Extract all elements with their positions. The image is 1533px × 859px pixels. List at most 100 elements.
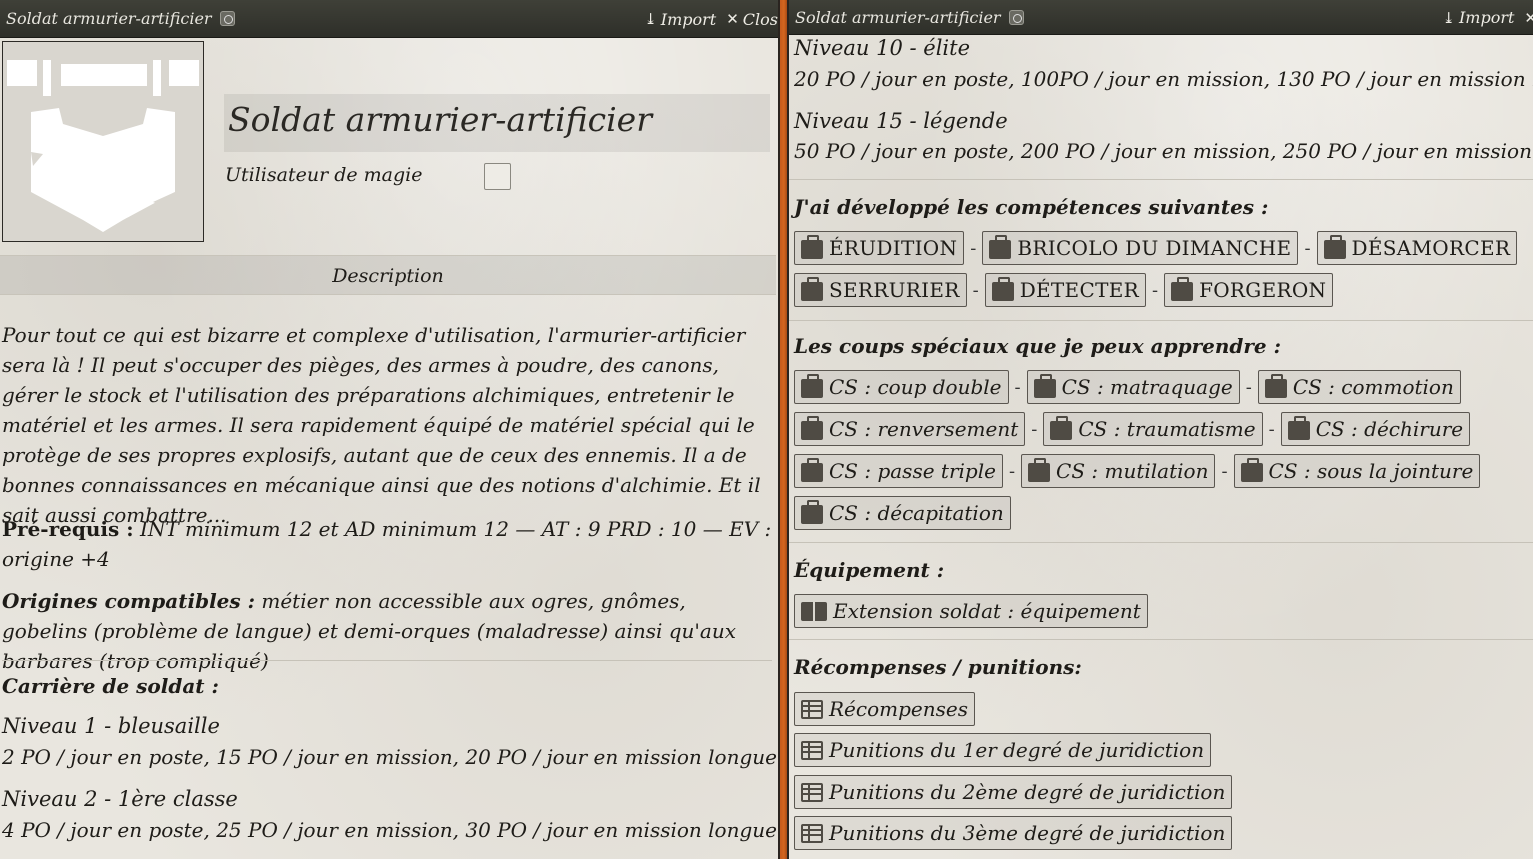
skill-label: ÉRUDITION	[829, 236, 958, 260]
sheet-config-icon[interactable]	[219, 11, 235, 26]
special-chip[interactable]: CS : mutilation	[1021, 454, 1216, 488]
briefcase-icon	[1033, 373, 1056, 398]
briefcase-icon	[801, 373, 823, 398]
special-chip[interactable]: CS : sous la jointure	[1233, 454, 1481, 488]
separator: -	[972, 279, 979, 301]
window-divider	[778, 0, 789, 859]
skill-chip[interactable]: DÉSAMORCER	[1316, 231, 1518, 265]
punishment-chip[interactable]: Punitions du 3ème degré de juridiction	[794, 816, 1233, 850]
skill-label: DÉSAMORCER	[1351, 236, 1511, 260]
skill-chip[interactable]: BRICOLO DU DIMANCHE	[982, 231, 1299, 265]
level-title: Niveau 10 - élite	[794, 36, 970, 60]
special-label: CS : déchirure	[1315, 417, 1464, 441]
rewards-row: Punitions du 3ème degré de juridiction	[794, 816, 1233, 850]
separator: -	[970, 237, 977, 259]
close-button[interactable]: ✕	[1524, 9, 1533, 27]
prereq-label: Pré-requis :	[2, 517, 134, 541]
special-chip[interactable]: CS : matraquage	[1026, 370, 1240, 404]
divider	[789, 542, 1533, 543]
divider	[2, 660, 772, 661]
rewards-row: Récompenses	[794, 692, 975, 726]
briefcase-icon	[801, 234, 823, 259]
separator: -	[1245, 376, 1252, 398]
special-label: CS : coup double	[829, 375, 1002, 399]
import-button[interactable]: ⤓ Import	[1442, 8, 1514, 27]
separator: -	[1008, 460, 1016, 482]
briefcase-icon	[801, 415, 823, 440]
sheet-config-icon[interactable]	[1008, 9, 1024, 25]
skill-chip[interactable]: FORGERON	[1164, 273, 1334, 307]
separator: -	[1151, 279, 1159, 301]
briefcase-icon	[1323, 234, 1346, 259]
magic-user-checkbox[interactable]	[484, 163, 511, 190]
equipment-chip[interactable]: Extension soldat : équipement	[794, 594, 1148, 628]
window-titlebar[interactable]: Soldat armurier-artificier ⤓ Import ✕ Cl…	[0, 0, 778, 38]
download-icon: ⤓	[644, 10, 657, 28]
special-label: CS : sous la jointure	[1268, 459, 1474, 483]
description-text: Pour tout ce qui est bizarre et complexe…	[2, 323, 761, 527]
description-tab[interactable]: Description	[0, 255, 776, 295]
separator: -	[1304, 237, 1311, 259]
briefcase-icon	[989, 234, 1012, 259]
briefcase-icon	[1050, 415, 1073, 440]
skill-label: SERRURIER	[829, 278, 960, 302]
character-name-field[interactable]: Soldat armurier-artificier	[224, 94, 770, 152]
briefcase-icon	[801, 457, 823, 482]
briefcase-icon	[1171, 276, 1194, 301]
divider	[789, 639, 1533, 640]
special-label: CS : commotion	[1292, 375, 1454, 399]
special-chip[interactable]: CS : passe triple	[794, 454, 1003, 488]
punishment-chip[interactable]: Punitions du 1er degré de juridiction	[794, 733, 1212, 767]
briefcase-icon	[1028, 457, 1051, 482]
skills-row: ÉRUDITION - BRICOLO DU DIMANCHE - DÉSAMO…	[794, 231, 1518, 265]
separator: -	[1221, 460, 1228, 482]
portrait-image[interactable]	[2, 41, 204, 242]
special-chip[interactable]: CS : commotion	[1257, 370, 1461, 404]
download-icon: ⤓	[1442, 8, 1455, 27]
punishment-chip[interactable]: Punitions du 2ème degré de juridiction	[794, 775, 1233, 809]
guild-emblem-icon	[7, 60, 199, 232]
window-titlebar[interactable]: Soldat armurier-artificier ⤓ Import ✕	[789, 0, 1533, 35]
special-label: CS : mutilation	[1056, 459, 1209, 483]
special-label: CS : traumatisme	[1078, 417, 1256, 441]
separator: -	[1014, 376, 1021, 398]
skill-chip[interactable]: SERRURIER	[794, 273, 967, 307]
special-chip[interactable]: CS : décapitation	[794, 496, 1011, 530]
special-chip[interactable]: CS : traumatisme	[1043, 412, 1263, 446]
equipment-title: Équipement :	[794, 558, 945, 582]
briefcase-icon	[801, 276, 823, 301]
level-pay: 2 PO / jour en poste, 15 PO / jour en mi…	[2, 745, 777, 769]
skill-chip[interactable]: DÉTECTER	[984, 273, 1146, 307]
sheet-window-right: Soldat armurier-artificier ⤓ Import ✕ Ni…	[789, 0, 1533, 859]
briefcase-icon	[1287, 415, 1310, 440]
specials-row: CS : passe triple - CS : mutilation - CS…	[794, 454, 1481, 488]
window-title: Soldat armurier-artificier	[795, 7, 1001, 27]
punishment-label: Punitions du 2ème degré de juridiction	[829, 780, 1226, 804]
skills-row: SERRURIER - DÉTECTER - FORGERON	[794, 273, 1334, 307]
close-icon: ✕	[1524, 8, 1533, 27]
equipment-label: Extension soldat : équipement	[833, 599, 1141, 623]
rewards-row: Punitions du 2ème degré de juridiction	[794, 775, 1233, 809]
special-label: CS : décapitation	[829, 501, 1004, 525]
close-icon: ✕	[726, 10, 739, 28]
import-button[interactable]: ⤓ Import	[644, 10, 716, 29]
prerequisites: Pré-requis : INT minimum 12 et AD minimu…	[2, 514, 772, 574]
table-icon	[801, 699, 823, 719]
compatible-origins: Origines compatibles : métier non access…	[2, 586, 772, 676]
table-icon	[801, 740, 823, 760]
special-chip[interactable]: CS : renversement	[794, 412, 1026, 446]
special-chip[interactable]: CS : coup double	[794, 370, 1009, 404]
rewards-chip[interactable]: Récompenses	[794, 692, 975, 726]
divider	[789, 179, 1533, 180]
book-icon	[801, 601, 827, 621]
punishment-label: Punitions du 1er degré de juridiction	[829, 738, 1205, 762]
equipment-row: Extension soldat : équipement	[794, 594, 1148, 628]
level-pay: 4 PO / jour en poste, 25 PO / jour en mi…	[2, 818, 777, 842]
punishment-label: Punitions du 3ème degré de juridiction	[829, 821, 1226, 845]
level-title: Niveau 2 - 1ère classe	[2, 787, 238, 811]
specials-row: CS : décapitation	[794, 496, 1011, 530]
close-button[interactable]: ✕ Clos	[726, 10, 778, 29]
magic-user-label: Utilisateur de magie	[225, 164, 423, 186]
special-chip[interactable]: CS : déchirure	[1280, 412, 1471, 446]
skill-chip[interactable]: ÉRUDITION	[794, 231, 965, 265]
